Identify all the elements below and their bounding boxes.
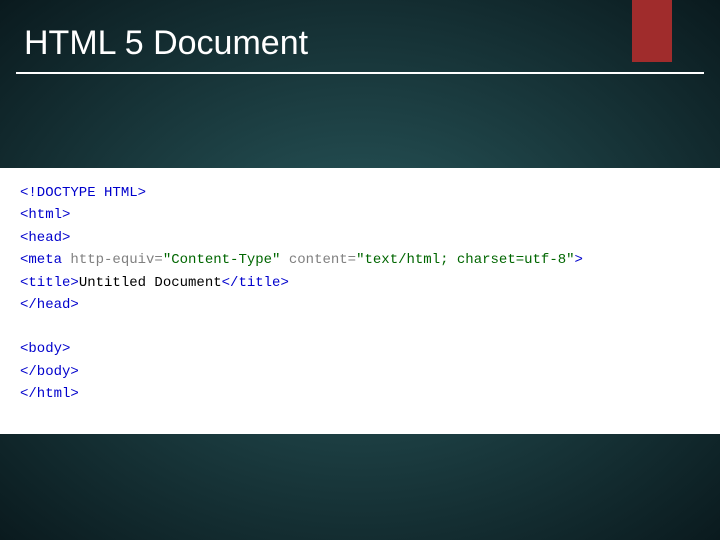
- code-token: </head>: [20, 297, 79, 313]
- code-token: <!DOCTYPE HTML>: [20, 185, 146, 201]
- code-token: </html>: [20, 386, 79, 402]
- code-line: </body>: [20, 361, 700, 383]
- code-token: <head>: [20, 230, 70, 246]
- code-token: "text/html; charset=utf-8": [356, 252, 574, 268]
- code-line: <html>: [20, 204, 700, 226]
- code-token: Untitled Document: [79, 275, 222, 291]
- code-token: content=: [280, 252, 356, 268]
- code-token: </title>: [222, 275, 289, 291]
- code-token: <body>: [20, 341, 70, 357]
- title-bar: HTML 5 Document: [16, 14, 704, 74]
- code-token: </body>: [20, 364, 79, 380]
- accent-block: [632, 0, 672, 62]
- code-line: </html>: [20, 383, 700, 405]
- code-token: <title>: [20, 275, 79, 291]
- code-line: <!DOCTYPE HTML>: [20, 182, 700, 204]
- code-line: </head>: [20, 294, 700, 316]
- slide-title: HTML 5 Document: [16, 24, 308, 63]
- code-line: <meta http-equiv="Content-Type" content=…: [20, 249, 700, 271]
- code-panel: <!DOCTYPE HTML> <html> <head> <meta http-eq…: [0, 168, 720, 434]
- code-line: <body>: [20, 338, 700, 360]
- code-token: "Content-Type": [163, 252, 281, 268]
- code-token: http-equiv=: [70, 252, 162, 268]
- code-blank-line: [20, 316, 700, 338]
- code-line: <head>: [20, 227, 700, 249]
- code-token: <html>: [20, 207, 70, 223]
- code-token: >: [575, 252, 583, 268]
- code-token: <meta: [20, 252, 70, 268]
- code-line: <title>Untitled Document</title>: [20, 272, 700, 294]
